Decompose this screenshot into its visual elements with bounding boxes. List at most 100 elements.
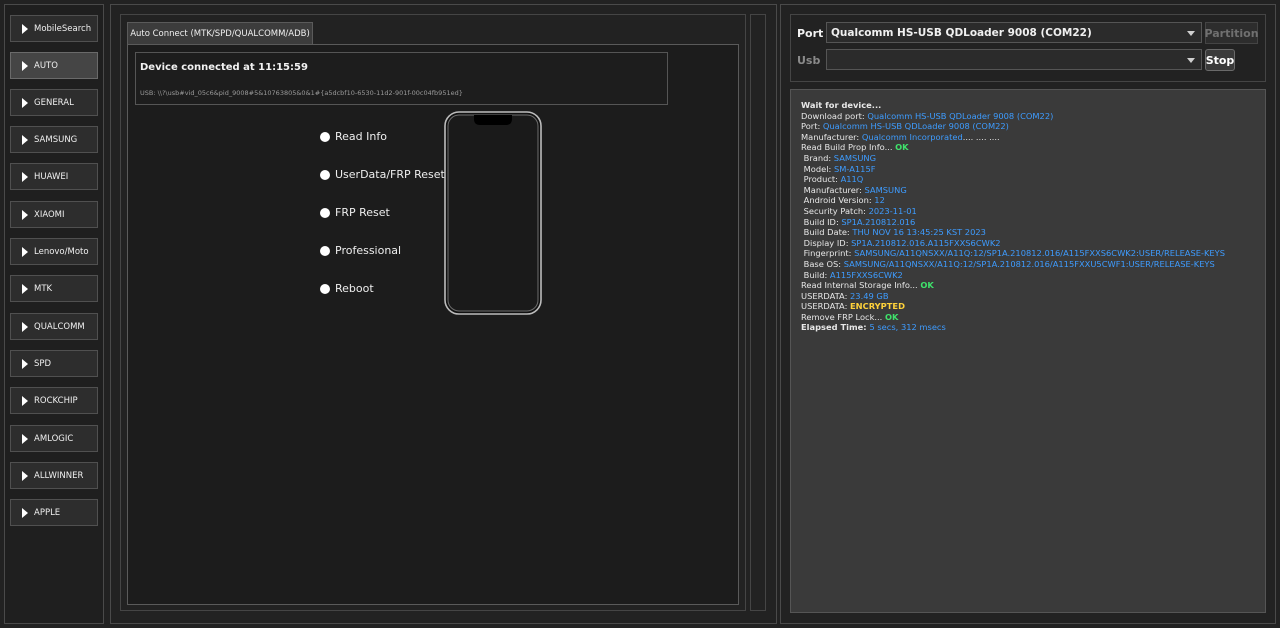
log-key: Port: xyxy=(801,121,823,132)
log-key: Base OS: xyxy=(801,258,844,269)
log-line: Manufacturer: SAMSUNG xyxy=(801,185,1265,196)
port-label: Port xyxy=(797,27,824,40)
sidebar-item-lenovo-moto[interactable]: Lenovo/Moto xyxy=(10,238,98,265)
log-value: A115FXXS6CWK2 xyxy=(829,269,903,280)
log-line: Display ID: SP1A.210812.016.A115FXXS6CWK… xyxy=(801,238,1265,249)
triangle-right-icon xyxy=(22,507,28,518)
triangle-right-icon xyxy=(22,134,28,145)
log-line: Build ID: SP1A.210812.016 xyxy=(801,217,1265,228)
triangle-right-icon xyxy=(22,283,28,294)
log-value: 5 secs, 312 msecs xyxy=(869,322,946,333)
port-select[interactable]: Qualcomm HS-USB QDLoader 9008 (COM22) xyxy=(826,22,1202,43)
scrollbar[interactable] xyxy=(750,14,766,611)
log-key: Manufacturer: xyxy=(801,184,865,195)
option-professional[interactable]: Professional xyxy=(320,244,401,257)
sidebar-item-xiaomi[interactable]: XIAOMI xyxy=(10,201,98,228)
sidebar-item-samsung[interactable]: SAMSUNG xyxy=(10,126,98,153)
log-value: SAMSUNG xyxy=(833,152,877,163)
tab-content xyxy=(127,44,739,605)
sidebar-item-apple[interactable]: APPLE xyxy=(10,499,98,526)
sidebar-item-label: ALLWINNER xyxy=(34,470,84,481)
log-key: USERDATA: xyxy=(801,290,851,301)
log-line: Base OS: SAMSUNG/A11QNSXX/A11Q:12/SP1A.2… xyxy=(801,259,1265,270)
log-key: USERDATA: xyxy=(801,301,851,312)
log-key: Wait for device... xyxy=(801,100,882,110)
log-value: 2023-11-01 xyxy=(868,205,917,216)
sidebar-item-allwinner[interactable]: ALLWINNER xyxy=(10,462,98,489)
sidebar-item-qualcomm[interactable]: QUALCOMM xyxy=(10,313,98,340)
log-line: Product: A11Q xyxy=(801,174,1265,185)
log-key: Read Build Prop Info... xyxy=(801,142,896,153)
triangle-right-icon xyxy=(22,358,28,369)
log-key: Download port: xyxy=(801,110,868,121)
log-panel: Wait for device... Download port: Qualcom… xyxy=(790,89,1266,613)
sidebar-item-spd[interactable]: SPD xyxy=(10,350,98,377)
triangle-right-icon xyxy=(22,60,28,71)
log-line: Android Version: 12 xyxy=(801,195,1265,206)
sidebar-item-label: HUAWEI xyxy=(34,171,69,182)
option-label: Reboot xyxy=(335,282,374,295)
sidebar-item-mobilesearch[interactable]: MobileSearch xyxy=(10,15,98,42)
triangle-right-icon xyxy=(22,321,28,332)
log-line: Model: SM-A115F xyxy=(801,164,1265,175)
port-select-value: Qualcomm HS-USB QDLoader 9008 (COM22) xyxy=(831,26,1092,39)
option-frp-reset[interactable]: FRP Reset xyxy=(320,206,390,219)
sidebar-item-amlogic[interactable]: AMLOGIC xyxy=(10,425,98,452)
log-line: Port: Qualcomm HS-USB QDLoader 9008 (COM… xyxy=(801,121,1265,132)
log-key: Android Version: xyxy=(801,195,875,206)
radio-icon xyxy=(320,169,330,180)
log-line: Manufacturer: Qualcomm Incorporated.... … xyxy=(801,132,1265,143)
log-line: Read Internal Storage Info... OK xyxy=(801,280,1265,291)
log-value: SM-A115F xyxy=(833,163,876,174)
log-line: Security Patch: 2023-11-01 xyxy=(801,206,1265,217)
option-read-info[interactable]: Read Info xyxy=(320,130,387,143)
log-line: USERDATA: ENCRYPTED xyxy=(801,301,1265,312)
log-key: Display ID: xyxy=(801,237,852,248)
log-ok-status: OK xyxy=(884,311,899,322)
sidebar-item-label: XIAOMI xyxy=(34,209,65,220)
option-reboot[interactable]: Reboot xyxy=(320,282,374,295)
triangle-right-icon xyxy=(22,171,28,182)
log-line: Elapsed Time: 5 secs, 312 msecs xyxy=(801,322,1265,333)
sidebar-item-rockchip[interactable]: ROCKCHIP xyxy=(10,387,98,414)
usb-label: Usb xyxy=(797,54,821,67)
log-value: Qualcomm HS-USB QDLoader 9008 (COM22) xyxy=(867,110,1054,121)
log-line: Fingerprint: SAMSUNG/A11QNSXX/A11Q:12/SP… xyxy=(801,248,1265,259)
log-line: Build Date: THU NOV 16 13:45:25 KST 2023 xyxy=(801,227,1265,238)
log-line: Brand: SAMSUNG xyxy=(801,153,1265,164)
option-userdata-frp-reset[interactable]: UserData/FRP Reset xyxy=(320,168,445,181)
log-key: Fingerprint: xyxy=(801,248,855,259)
sidebar-item-general[interactable]: GENERAL xyxy=(10,89,98,116)
log-tail: .... .... .... xyxy=(962,131,1000,142)
log-key: Build: xyxy=(801,269,830,280)
device-status-title: Device connected at 11:15:59 xyxy=(140,62,308,73)
sidebar-item-label: AUTO xyxy=(34,60,58,71)
sidebar-item-huawei[interactable]: HUAWEI xyxy=(10,163,98,190)
log-key: Build ID: xyxy=(801,216,842,227)
log-key: Product: xyxy=(801,174,841,185)
radio-icon xyxy=(320,283,330,294)
sidebar-item-auto[interactable]: AUTO xyxy=(10,52,98,79)
stop-button[interactable]: Stop xyxy=(1205,49,1235,71)
option-label: FRP Reset xyxy=(335,206,390,219)
log-key: Elapsed Time: xyxy=(801,322,870,333)
triangle-right-icon xyxy=(22,433,28,444)
sidebar-item-label: SPD xyxy=(34,358,52,369)
sidebar-item-label: APPLE xyxy=(34,507,61,518)
log-value: Qualcomm HS-USB QDLoader 9008 (COM22) xyxy=(822,121,1009,132)
chevron-down-icon xyxy=(1187,31,1195,36)
log-ok-status: OK xyxy=(920,280,934,291)
radio-icon xyxy=(320,245,330,256)
sidebar-item-label: GENERAL xyxy=(34,97,74,108)
sidebar-item-label: Lenovo/Moto xyxy=(34,246,89,257)
sidebar-item-mtk[interactable]: MTK xyxy=(10,275,98,302)
partition-button[interactable]: Partition xyxy=(1204,22,1259,44)
usb-select[interactable] xyxy=(826,49,1202,70)
log-value: SP1A.210812.016.A115FXXS6CWK2 xyxy=(851,237,1001,248)
triangle-right-icon xyxy=(22,246,28,257)
log-key: Remove FRP Lock... xyxy=(801,311,885,322)
log-key: Brand: xyxy=(801,152,834,163)
tab-auto-connect[interactable]: Auto Connect (MTK/SPD/QUALCOMM/ADB) xyxy=(127,22,313,44)
log-key: Model: xyxy=(801,163,834,174)
sidebar-item-label: QUALCOMM xyxy=(34,321,85,332)
